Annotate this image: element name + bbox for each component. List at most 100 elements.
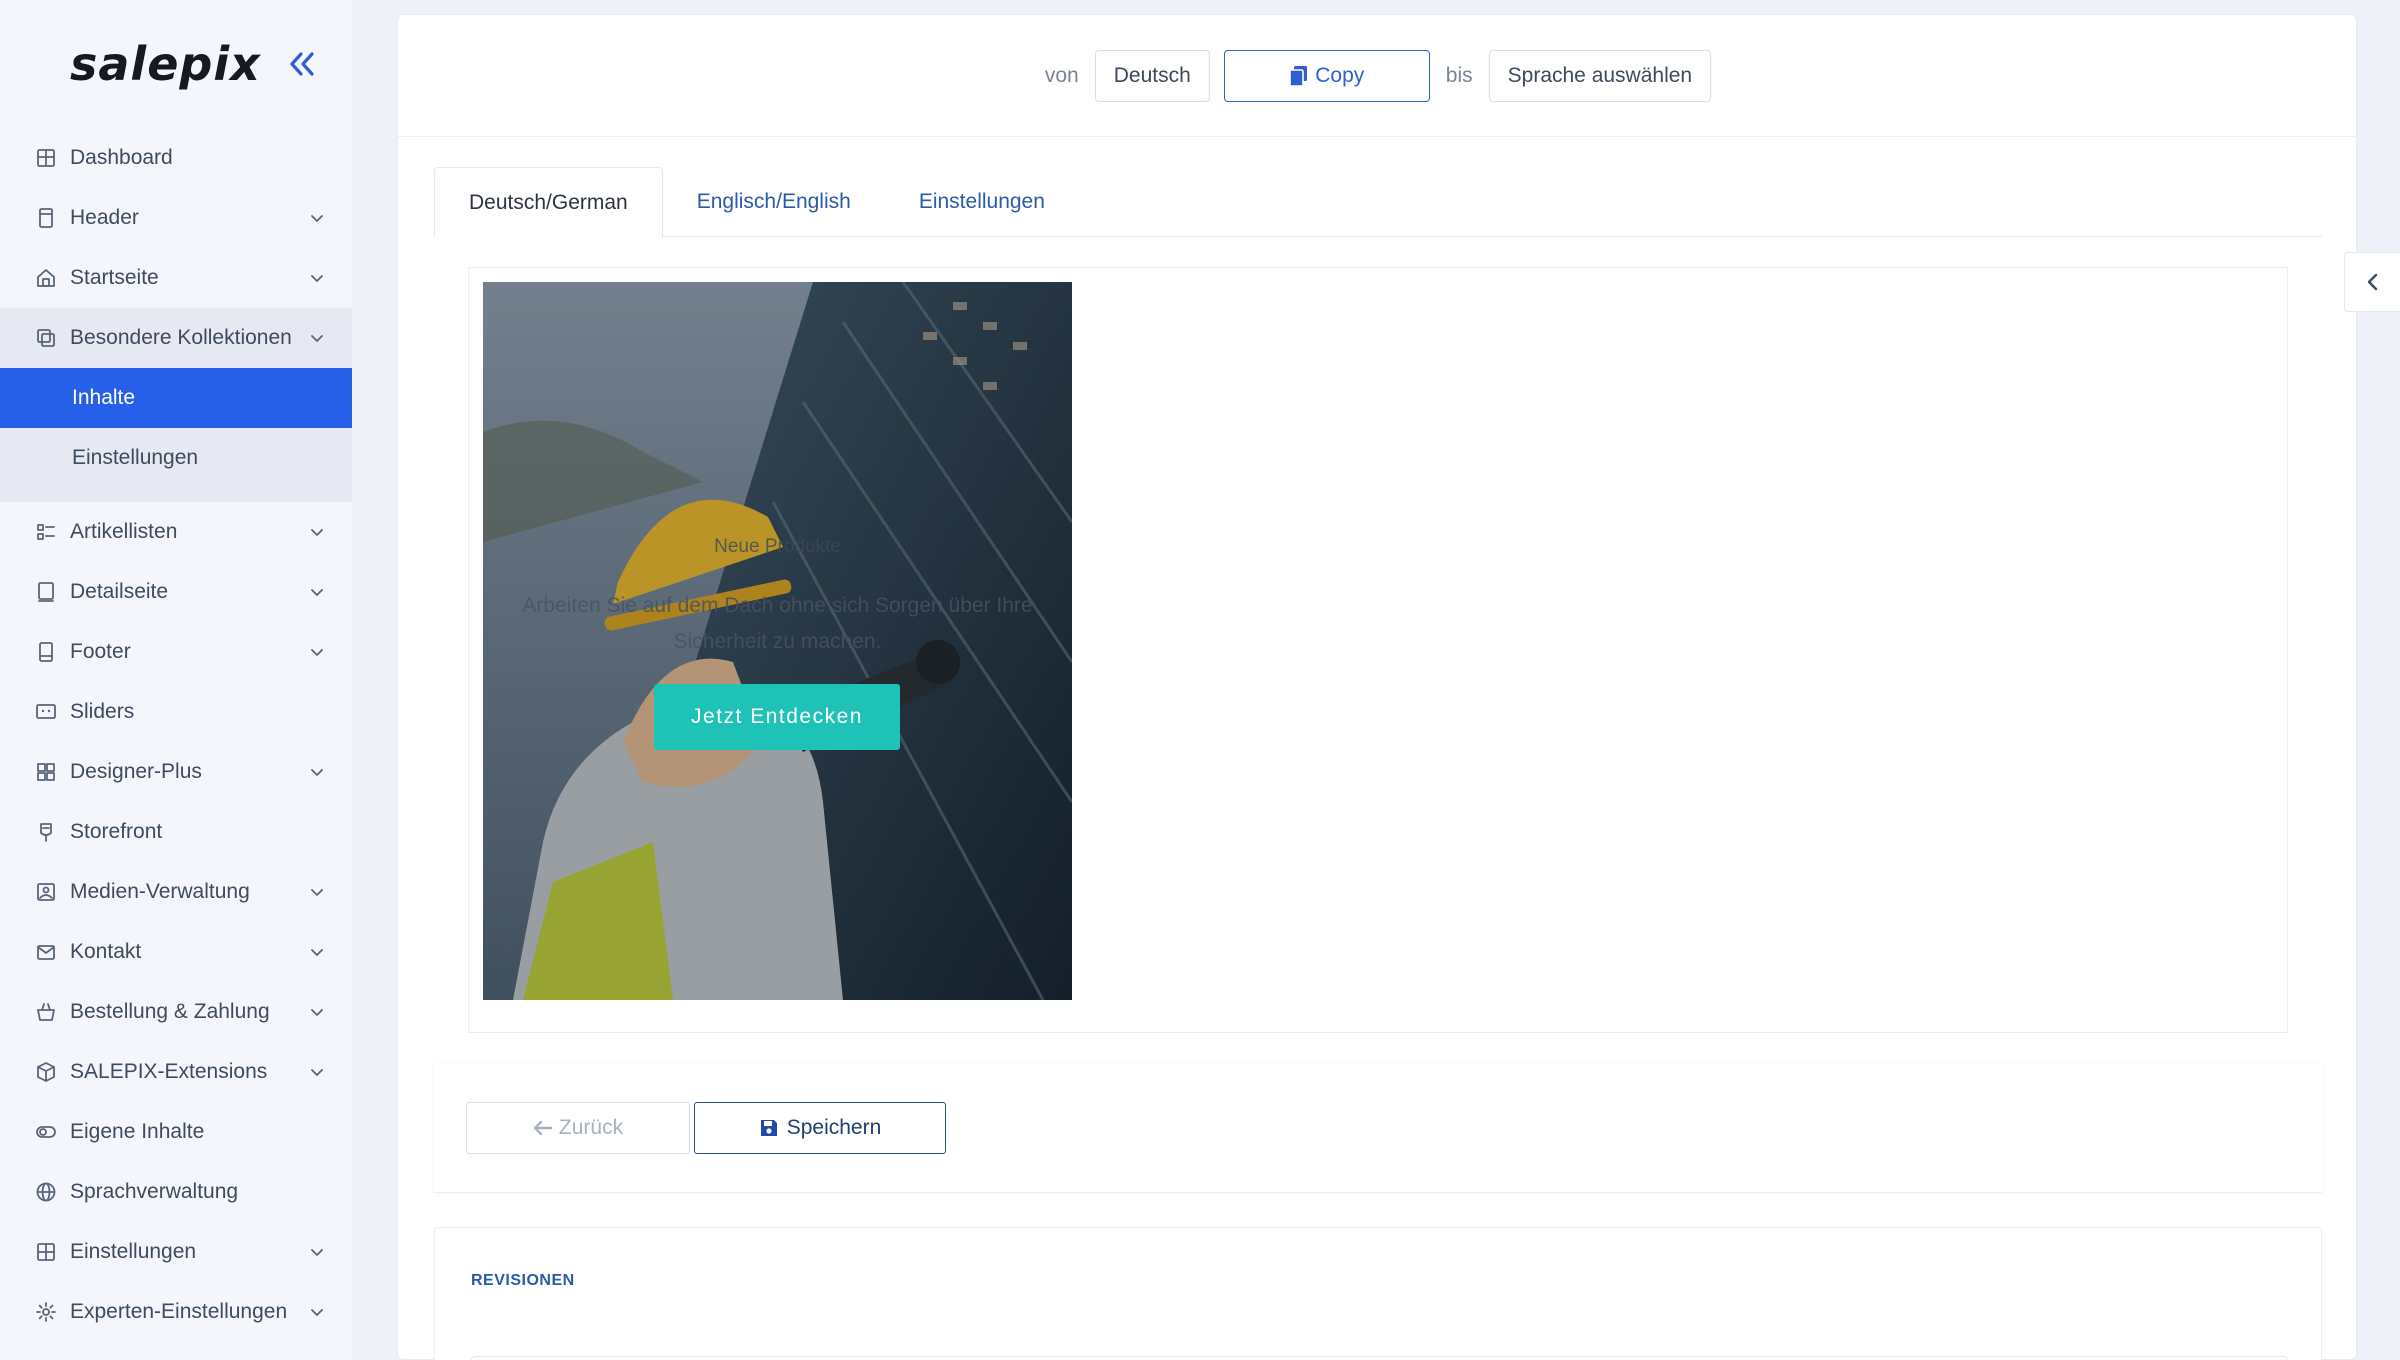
sidebar-item-header[interactable]: Header — [0, 188, 352, 248]
chevron-down-icon — [311, 769, 323, 776]
sidebar-item-detailseite[interactable]: Detailseite — [0, 562, 352, 622]
save-button[interactable]: Speichern — [694, 1101, 946, 1154]
chevron-down-icon-wrap — [308, 643, 326, 661]
chevron-down-icon — [311, 889, 323, 896]
chevron-down-icon — [311, 1249, 323, 1256]
sidebar-item-label: Eigene Inhalte — [70, 1120, 205, 1143]
chevron-down-icon-wrap — [308, 523, 326, 541]
chevron-down-icon — [311, 275, 323, 282]
revisions-list — [471, 1356, 2287, 1360]
language-tabs: Deutsch/German Englisch/English Einstellun… — [434, 167, 2322, 238]
sidebar-item-label: Medien-Verwaltung — [70, 880, 250, 903]
sidebar-item-besondere-kollektionen[interactable]: Besondere Kollektionen — [0, 308, 352, 368]
chevron-down-icon-wrap — [308, 1303, 326, 1321]
main-card: von Deutsch Copy bis Sprache auswählen D… — [397, 14, 2357, 1360]
sidebar-item-label: Designer-Plus — [70, 760, 202, 783]
media-icon — [34, 880, 58, 904]
source-language-button[interactable]: Deutsch — [1094, 49, 1210, 102]
banner-text: Arbeiten Sie auf dem Dach ohne sich Sorg… — [522, 594, 1033, 653]
back-button[interactable]: Zurück — [466, 1101, 690, 1154]
sidebar-item-medien-verwaltung[interactable]: Medien-Verwaltung — [0, 862, 352, 922]
chevron-down-icon — [311, 649, 323, 656]
sidebar-item-kontakt[interactable]: Kontakt — [0, 922, 352, 982]
sidebar-item-startseite[interactable]: Startseite — [0, 248, 352, 308]
sidebar-item-label: Sliders — [70, 700, 135, 723]
chevron-down-icon — [311, 529, 323, 536]
sidebar-nav: Dashboard Header Startseite Besondere Kolle… — [0, 128, 352, 1342]
chevron-down-icon — [311, 1309, 323, 1316]
logo-row: salepix — [0, 0, 352, 128]
sidebar-item-dashboard[interactable]: Dashboard — [0, 128, 352, 188]
chevron-down-icon-wrap — [308, 883, 326, 901]
double-chevron-left-icon — [290, 52, 314, 76]
content-editor: Neue Produkte Arbeiten Sie auf dem Dach … — [468, 267, 2288, 1033]
sidebar-item-storefront[interactable]: Storefront — [0, 802, 352, 862]
settings-grid-icon — [34, 1240, 58, 1264]
tab-deutsch-german[interactable]: Deutsch/German — [434, 167, 663, 238]
sidebar-item-label: Experten-Einstellungen — [70, 1300, 288, 1323]
side-panel-toggle[interactable] — [2344, 252, 2400, 312]
chevron-down-icon — [311, 1069, 323, 1076]
gear-icon — [34, 1300, 58, 1324]
chevron-down-icon-wrap — [308, 763, 326, 781]
sidebar-item-sliders[interactable]: Sliders — [0, 682, 352, 742]
chevron-down-icon — [311, 589, 323, 596]
sidebar-item-artikellisten[interactable]: Artikellisten — [0, 502, 352, 562]
revisions-panel: REVISIONEN — [434, 1227, 2322, 1360]
sidebar-item-label: Artikellisten — [70, 520, 178, 543]
logo: salepix — [70, 37, 261, 91]
sidebar-item-label: SALEPIX-Extensions — [70, 1060, 268, 1083]
chevron-down-icon-wrap — [308, 1063, 326, 1081]
storefront-icon — [34, 820, 58, 844]
sidebar-item-salepix-extensions[interactable]: SALEPIX-Extensions — [0, 1042, 352, 1102]
header-icon — [34, 206, 58, 230]
sidebar-subitem-einstellungen[interactable]: Einstellungen — [0, 428, 352, 488]
sidebar-item-label: Besondere Kollektionen — [70, 326, 292, 349]
globe-icon — [34, 1180, 58, 1204]
chevron-down-icon-wrap — [308, 943, 326, 961]
sidebar-item-label: Startseite — [70, 266, 159, 289]
sidebar-item-experten-einstellungen[interactable]: Experten-Einstellungen — [0, 1282, 352, 1342]
copy-button[interactable]: Copy — [1223, 49, 1430, 102]
chevron-down-icon-wrap — [308, 209, 326, 227]
basket-icon — [34, 1000, 58, 1024]
home-icon — [34, 266, 58, 290]
sidebar-item-eigene-inhalte[interactable]: Eigene Inhalte — [0, 1102, 352, 1162]
chevron-down-icon — [311, 1009, 323, 1016]
list-icon — [34, 520, 58, 544]
chevron-down-icon-wrap — [308, 329, 326, 347]
tab-einstellungen[interactable]: Einstellungen — [885, 167, 1079, 237]
tab-englisch-english[interactable]: Englisch/English — [663, 167, 885, 237]
sidebar-item-designer-plus[interactable]: Designer-Plus — [0, 742, 352, 802]
chevron-down-icon — [311, 949, 323, 956]
sidebar-item-label: Kontakt — [70, 940, 142, 963]
chevron-down-icon — [311, 335, 323, 342]
chevron-left-icon — [2367, 273, 2377, 291]
copy-button-label: Copy — [1315, 63, 1365, 87]
banner-title: Neue Produkte — [714, 536, 841, 557]
extension-icon — [34, 1060, 58, 1084]
chevron-down-icon-wrap — [308, 1243, 326, 1261]
collection-banner[interactable]: Neue Produkte Arbeiten Sie auf dem Dach … — [483, 282, 1072, 1000]
sidebar-item-label: Einstellungen — [70, 1240, 197, 1263]
chevron-down-icon-wrap — [308, 1003, 326, 1021]
discover-button[interactable]: Jetzt Entdecken — [654, 684, 900, 750]
sidebar-item-label: Header — [70, 206, 139, 229]
sidebar-item-bestellung-zahlung[interactable]: Bestellung & Zahlung — [0, 982, 352, 1042]
target-language-select[interactable]: Sprache auswählen — [1488, 49, 1712, 102]
from-label: von — [1044, 63, 1079, 87]
action-bar: Zurück Speichern — [434, 1063, 2322, 1193]
revisions-title: REVISIONEN — [471, 1272, 575, 1289]
sidebar-item-label: Sprachverwaltung — [70, 1180, 239, 1203]
chevron-down-icon-wrap — [308, 583, 326, 601]
sidebar-item-einstellungen[interactable]: Einstellungen — [0, 1222, 352, 1282]
sidebar-subitem-inhalte[interactable]: Inhalte — [0, 368, 352, 428]
floppy-disk-icon — [760, 1119, 777, 1136]
slider-icon — [34, 700, 58, 724]
sidebar-item-label: Footer — [70, 640, 131, 663]
sidebar-item-sprachverwaltung[interactable]: Sprachverwaltung — [0, 1162, 352, 1222]
contact-icon — [34, 940, 58, 964]
collapse-sidebar-button[interactable] — [282, 44, 322, 84]
save-button-label: Speichern — [786, 1115, 882, 1139]
sidebar-item-footer[interactable]: Footer — [0, 622, 352, 682]
